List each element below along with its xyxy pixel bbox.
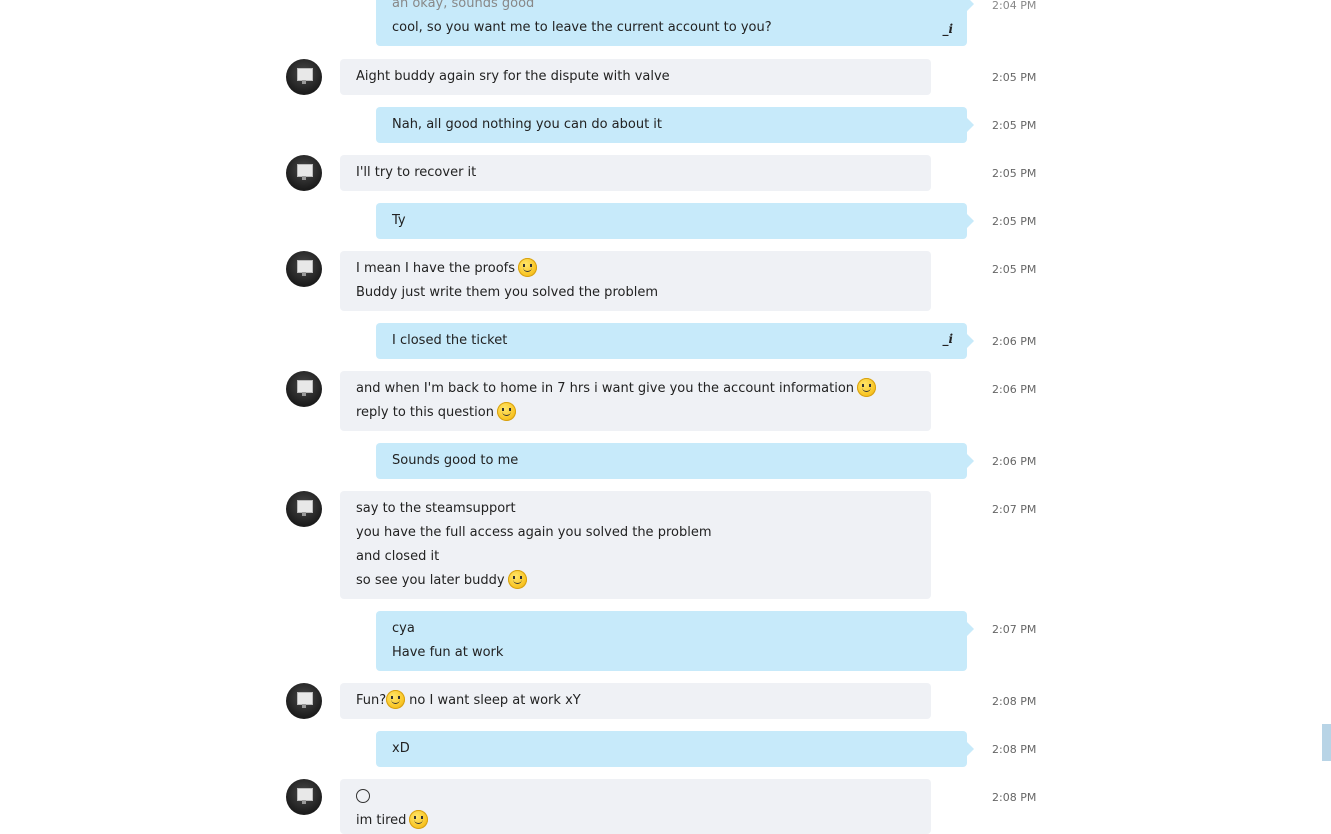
message-timestamp: 2:05 PM <box>992 119 1037 132</box>
message-text: xD <box>392 741 410 756</box>
message-outgoing[interactable]: I closed the ticket _i <box>376 323 974 359</box>
message-incoming[interactable]: I'll try to recover it <box>340 155 931 191</box>
message-timestamp: 2:05 PM <box>992 167 1037 180</box>
message-text: and when I'm back to home in 7 hrs i wan… <box>356 381 855 396</box>
message-outgoing[interactable]: Sounds good to me <box>376 443 974 479</box>
message-outgoing[interactable]: Nah, all good nothing you can do about i… <box>376 107 974 143</box>
smile-emoji-icon <box>386 690 406 709</box>
message-timestamp: 2:07 PM <box>992 623 1037 636</box>
message-text: Buddy just write them you solved the pro… <box>356 285 658 300</box>
contact-avatar[interactable] <box>286 779 322 815</box>
message-timestamp: 2:08 PM <box>992 695 1037 708</box>
smile-emoji-icon <box>507 570 527 589</box>
message-text: I mean I have the proofs <box>356 261 515 276</box>
message-text: you have the full access again you solve… <box>356 525 712 540</box>
message-timestamp: 2:07 PM <box>992 503 1037 516</box>
message-text: no I want sleep at work xY <box>409 693 581 708</box>
message-text: so see you later buddy <box>356 573 505 588</box>
message-text: say to the steamsupport <box>356 501 516 516</box>
message-text: I closed the ticket <box>392 333 508 348</box>
contact-avatar[interactable] <box>286 155 322 191</box>
message-text: Nah, all good nothing you can do about i… <box>392 117 663 132</box>
message-timestamp: 2:08 PM <box>992 791 1037 804</box>
contact-avatar[interactable] <box>286 59 322 95</box>
message-incoming[interactable]: Aight buddy again sry for the dispute wi… <box>340 59 931 95</box>
smile-emoji-icon <box>518 258 537 277</box>
message-timestamp: 2:06 PM <box>992 335 1037 348</box>
message-text: Ty <box>392 213 406 228</box>
message-text: I'll try to recover it <box>356 165 477 180</box>
message-text: Aight buddy again sry for the dispute wi… <box>356 69 670 84</box>
message-incoming[interactable]: say to the steamsupport you have the ful… <box>340 491 931 599</box>
message-text: Sounds good to me <box>392 453 519 468</box>
message-text: im tired <box>356 813 407 828</box>
contact-avatar[interactable] <box>286 371 322 407</box>
message-timestamp: 2:06 PM <box>992 383 1037 396</box>
message-timestamp: 2:05 PM <box>992 263 1037 276</box>
message-outgoing[interactable]: Ty <box>376 203 974 239</box>
contact-avatar[interactable] <box>286 251 322 287</box>
message-outgoing[interactable]: xD <box>376 731 974 767</box>
contact-avatar[interactable] <box>286 683 322 719</box>
message-timestamp: 2:05 PM <box>992 71 1037 84</box>
edit-pencil-icon: _i <box>942 332 953 346</box>
message-text: and closed it <box>356 549 440 564</box>
smile-emoji-icon <box>857 378 877 397</box>
message-incoming[interactable]: Fun? no I want sleep at work xY <box>340 683 931 719</box>
message-incoming[interactable]: and when I'm back to home in 7 hrs i wan… <box>340 371 931 431</box>
sleepy-emoji-icon <box>356 788 370 803</box>
message-text: cool, so you want me to leave the curren… <box>392 20 772 35</box>
smile-emoji-icon <box>409 810 429 829</box>
message-text: Have fun at work <box>392 645 504 660</box>
message-timestamp: 2:06 PM <box>992 455 1037 468</box>
message-text: reply to this question <box>356 405 494 420</box>
contact-avatar[interactable] <box>286 491 322 527</box>
message-incoming[interactable]: im tired <box>340 779 931 834</box>
message-outgoing[interactable]: cya Have fun at work <box>376 611 974 671</box>
message-incoming[interactable]: I mean I have the proofs Buddy just writ… <box>340 251 931 311</box>
edit-pencil-icon: _i <box>942 22 953 36</box>
message-timestamp: 2:05 PM <box>992 215 1037 228</box>
scrollbar-thumb[interactable] <box>1322 724 1331 761</box>
message-text: cya <box>392 621 415 636</box>
message-text: Fun? <box>356 693 387 708</box>
smile-emoji-icon <box>496 402 516 421</box>
message-text: ah okay, sounds good <box>392 0 535 11</box>
message-timestamp: 2:08 PM <box>992 743 1037 756</box>
message-outgoing[interactable]: ah okay, sounds good cool, so you want m… <box>376 0 974 46</box>
message-timestamp: 2:04 PM <box>992 0 1037 12</box>
